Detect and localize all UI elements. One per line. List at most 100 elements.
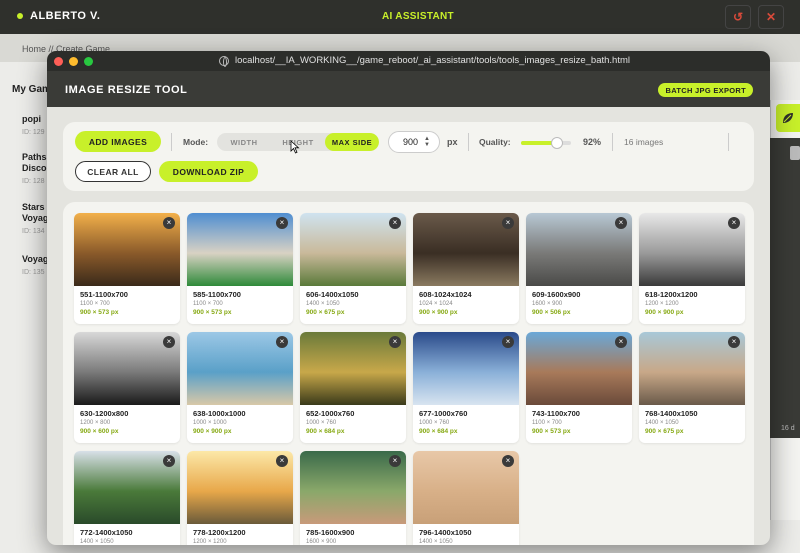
image-meta: 638-1000x1000 1000 × 1000 900 × 900 px <box>187 405 293 435</box>
output-size: 900 × 675 px <box>306 309 345 316</box>
status-dot-icon <box>17 13 23 19</box>
sidebar-title: My Gam <box>12 84 51 95</box>
image-card[interactable]: × 609-1600x900 1600 × 900 900 × 506 px <box>526 213 632 324</box>
original-size: 1600 × 900 <box>306 539 337 545</box>
remove-image-icon[interactable]: × <box>276 455 288 467</box>
minimize-window-button[interactable] <box>69 57 78 66</box>
image-card[interactable]: × 606-1400x1050 1400 × 1050 900 × 675 px <box>300 213 406 324</box>
remove-image-icon[interactable]: × <box>389 336 401 348</box>
image-count: 16 images <box>624 137 664 147</box>
image-card[interactable]: × 785-1600x900 1600 × 900 <box>300 451 406 545</box>
image-thumbnail: × <box>639 332 745 405</box>
remove-image-icon[interactable]: × <box>728 217 740 229</box>
leaf-icon[interactable] <box>776 104 800 132</box>
image-thumbnail: × <box>300 213 406 286</box>
remove-image-icon[interactable]: × <box>502 455 514 467</box>
image-filename: 638-1000x1000 <box>193 409 246 418</box>
remove-image-icon[interactable]: × <box>276 217 288 229</box>
quality-value: 92% <box>583 137 602 147</box>
image-card[interactable]: × 652-1000x760 1000 × 760 900 × 684 px <box>300 332 406 443</box>
remove-image-icon[interactable]: × <box>276 336 288 348</box>
image-card[interactable]: × 618-1200x1200 1200 × 1200 900 × 900 px <box>639 213 745 324</box>
image-card[interactable]: × 638-1000x1000 1000 × 1000 900 × 900 px <box>187 332 293 443</box>
original-size: 1400 × 1050 <box>419 539 453 545</box>
original-size: 1100 × 700 <box>193 301 223 307</box>
image-meta: 768-1400x1050 1400 × 1050 900 × 675 px <box>639 405 745 435</box>
sidebar-game-item[interactable]: Voyag ID: 135 <box>22 254 48 278</box>
clear-all-button[interactable]: CLEAR ALL <box>75 161 151 182</box>
image-card[interactable]: × 778-1200x1200 1200 × 1200 <box>187 451 293 545</box>
image-card[interactable]: × 630-1200x800 1200 × 800 900 × 600 px <box>74 332 180 443</box>
maximize-window-button[interactable] <box>84 57 93 66</box>
bg-action-button[interactable]: ↺ <box>725 5 751 29</box>
image-card[interactable]: × 585-1100x700 1100 × 700 900 × 573 px <box>187 213 293 324</box>
image-filename: 551-1100x700 <box>80 290 128 299</box>
image-card[interactable]: × 772-1400x1050 1400 × 1050 <box>74 451 180 545</box>
add-images-button[interactable]: ADD IMAGES <box>75 131 161 152</box>
image-thumbnail: × <box>74 332 180 405</box>
remove-image-icon[interactable]: × <box>389 455 401 467</box>
address-bar[interactable]: localhost/__IA_WORKING__/game_reboot/_ai… <box>219 55 630 67</box>
image-thumbnail: × <box>526 213 632 286</box>
remove-image-icon[interactable]: × <box>502 336 514 348</box>
image-card[interactable]: × 743-1100x700 1100 × 700 900 × 573 px <box>526 332 632 443</box>
close-window-button[interactable] <box>54 57 63 66</box>
sidebar-game-item[interactable]: Stars Voyag ID: 134 <box>22 202 48 237</box>
remove-image-icon[interactable]: × <box>163 217 175 229</box>
remove-image-icon[interactable]: × <box>728 336 740 348</box>
divider <box>612 133 613 151</box>
image-card[interactable]: × 768-1400x1050 1400 × 1050 900 × 675 px <box>639 332 745 443</box>
bg-close-button[interactable]: ✕ <box>758 5 784 29</box>
output-size: 900 × 573 px <box>193 309 232 316</box>
image-thumbnail: × <box>74 451 180 524</box>
game-title: Stars Voyag <box>22 202 49 223</box>
mouse-cursor-icon <box>290 140 300 154</box>
image-meta: 585-1100x700 1100 × 700 900 × 573 px <box>187 286 293 316</box>
image-filename: 609-1600x900 <box>532 290 581 299</box>
quality-slider-knob[interactable] <box>551 137 563 149</box>
image-card[interactable]: × 677-1000x760 1000 × 760 900 × 684 px <box>413 332 519 443</box>
image-filename: 630-1200x800 <box>80 409 129 418</box>
image-filename: 652-1000x760 <box>306 409 355 418</box>
original-size: 1024 × 1024 <box>419 301 453 307</box>
image-card[interactable]: × 551-1100x700 1100 × 700 900 × 573 px <box>74 213 180 324</box>
toolbar: ADD IMAGES Mode: WIDTH HEIGHT MAX SIDE 9… <box>63 122 754 191</box>
image-filename: 677-1000x760 <box>419 409 468 418</box>
right-panel-control[interactable] <box>790 146 800 160</box>
output-size: 900 × 675 px <box>645 428 684 435</box>
image-filename: 796-1400x1050 <box>419 528 472 537</box>
batch-export-button[interactable]: BATCH JPG EXPORT <box>658 83 753 97</box>
image-filename: 618-1200x1200 <box>645 290 698 299</box>
original-size: 1000 × 1000 <box>193 420 227 426</box>
globe-icon <box>219 55 229 67</box>
stepper-arrows-icon[interactable]: ▲ ▼ <box>424 136 430 148</box>
output-size: 900 × 573 px <box>532 428 571 435</box>
original-size: 1100 × 700 <box>532 420 562 426</box>
remove-image-icon[interactable]: × <box>389 217 401 229</box>
remove-image-icon[interactable]: × <box>163 336 175 348</box>
image-thumbnail: × <box>300 332 406 405</box>
game-title: Paths Disco <box>22 152 47 173</box>
size-stepper[interactable]: 900 ▲ ▼ <box>388 131 440 153</box>
sidebar-game-item[interactable]: Paths Disco ID: 128 <box>22 152 47 187</box>
quality-slider[interactable] <box>521 137 571 149</box>
image-meta: 630-1200x800 1200 × 800 900 × 600 px <box>74 405 180 435</box>
mode-max-side-option[interactable]: MAX SIDE <box>325 133 379 151</box>
remove-image-icon[interactable]: × <box>502 217 514 229</box>
app-header: IMAGE RESIZE TOOL BATCH JPG EXPORT <box>47 71 770 107</box>
sidebar-game-item[interactable]: popi ID: 129 <box>22 114 45 138</box>
image-filename: 778-1200x1200 <box>193 528 246 537</box>
image-filename: 585-1100x700 <box>193 290 241 299</box>
remove-image-icon[interactable]: × <box>163 455 175 467</box>
image-meta: 606-1400x1050 1400 × 1050 900 × 675 px <box>300 286 406 316</box>
image-card[interactable]: × 608-1024x1024 1024 × 1024 900 × 900 px <box>413 213 519 324</box>
remove-image-icon[interactable]: × <box>615 336 627 348</box>
remove-image-icon[interactable]: × <box>615 217 627 229</box>
image-thumbnail: × <box>413 213 519 286</box>
image-meta: 796-1400x1050 1400 × 1050 <box>413 524 519 545</box>
output-size: 900 × 900 px <box>193 428 232 435</box>
mode-width-option[interactable]: WIDTH <box>217 133 271 151</box>
download-zip-button[interactable]: DOWNLOAD ZIP <box>159 161 258 182</box>
image-thumbnail: × <box>187 213 293 286</box>
image-card[interactable]: × 796-1400x1050 1400 × 1050 <box>413 451 519 545</box>
